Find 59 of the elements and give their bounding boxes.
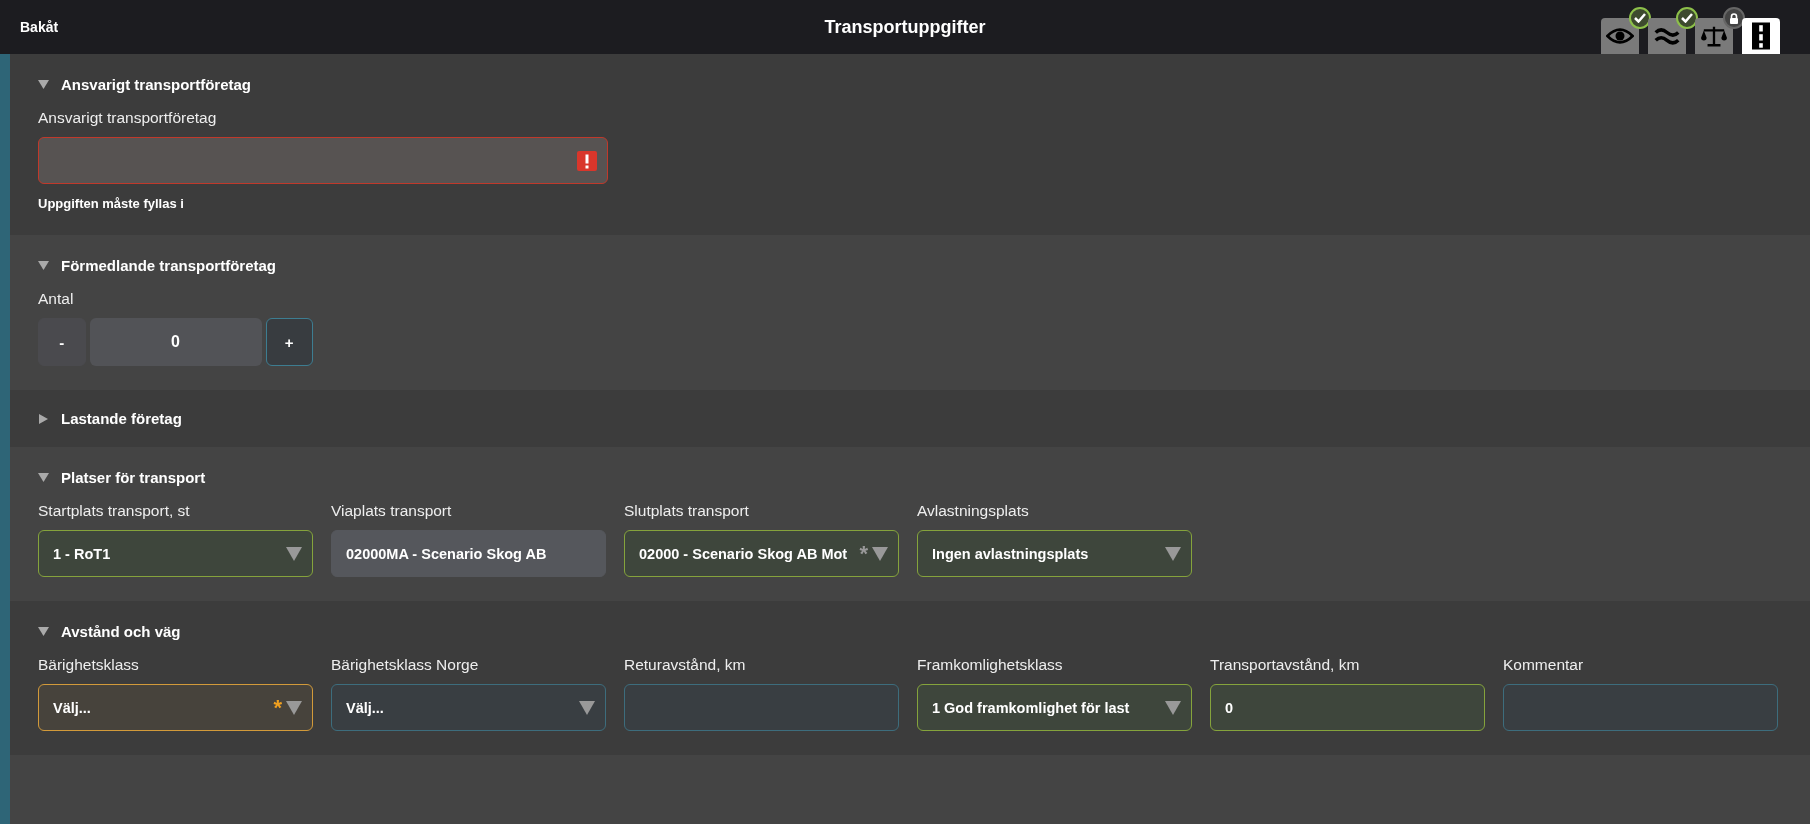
input-field[interactable] (1503, 684, 1778, 731)
road-icon (1752, 22, 1770, 50)
check-badge-icon (1629, 7, 1651, 29)
section-header[interactable]: Lastande företag (38, 410, 182, 427)
expand-caret-icon (38, 413, 49, 424)
dropdown-field[interactable]: 1 God framkomlighet för last (917, 684, 1192, 731)
field-label: Antal (38, 290, 75, 308)
field-label: Returavstånd, km (624, 656, 747, 674)
error-message: Uppgiften måste fyllas i (38, 196, 185, 211)
increment-button[interactable]: + (265, 318, 313, 366)
field-label: Framkomlighetsklass (917, 656, 1064, 674)
field-label: Transportavstånd, km (1210, 656, 1361, 674)
scale-icon (1700, 24, 1728, 48)
input-field[interactable] (38, 137, 608, 184)
dropdown-caret-icon (872, 546, 888, 561)
page-title: Transportuppgifter (824, 16, 986, 37)
back-button[interactable]: Bakåt (0, 19, 59, 35)
dropdown-caret-icon (1165, 546, 1181, 561)
dropdown-field[interactable]: 1 - RoT1 (38, 530, 313, 577)
road-toolbar-button[interactable] (1742, 18, 1780, 54)
input-field[interactable]: 0 (1210, 684, 1485, 731)
asterisk-icon: * (273, 696, 282, 719)
dropdown-field[interactable]: Välj... * (38, 684, 313, 731)
lock-badge-icon (1723, 7, 1745, 29)
eye-icon (1606, 27, 1634, 45)
field-label: Kommentar (1503, 656, 1585, 674)
field-label: Bärighetsklass Norge (331, 656, 480, 674)
dropdown-caret-icon (1165, 700, 1181, 715)
wave-icon (1654, 25, 1680, 47)
field-label: Avlastningsplats (917, 502, 1030, 520)
dropdown-caret-icon (286, 700, 302, 715)
field-label: Viaplats transport (331, 502, 453, 520)
asterisk-icon: * (859, 542, 868, 565)
input-field[interactable]: 02000MA - Scenario Skog AB (331, 530, 606, 577)
eye-toolbar-button[interactable] (1601, 18, 1639, 54)
collapse-caret-icon (38, 472, 49, 483)
field-label: Ansvarigt transportföretag (38, 109, 218, 127)
dropdown-field[interactable]: Ingen avlastningsplats (917, 530, 1192, 577)
input-field[interactable] (624, 684, 899, 731)
dropdown-field[interactable]: Välj... (331, 684, 606, 731)
section-header[interactable]: Platser för transport (38, 469, 206, 486)
field-label: Bärighetsklass (38, 656, 140, 674)
dropdown-field[interactable]: 02000 - Scenario Skog AB Mot * (624, 530, 899, 577)
wave-toolbar-button[interactable] (1648, 18, 1686, 54)
dropdown-caret-icon (286, 546, 302, 561)
dropdown-caret-icon (579, 700, 595, 715)
number-field[interactable]: 0 (89, 318, 262, 366)
collapse-caret-icon (38, 260, 49, 271)
decrement-button[interactable]: - (38, 318, 86, 366)
section-header[interactable]: Ansvarigt transportföretag (38, 76, 252, 93)
section-header[interactable]: Avstånd och väg (38, 623, 181, 640)
section-header[interactable]: Förmedlande transportföretag (38, 257, 277, 274)
field-label: Startplats transport, st (38, 502, 191, 520)
field-label: Slutplats transport (624, 502, 750, 520)
collapse-caret-icon (38, 626, 49, 637)
collapse-caret-icon (38, 79, 49, 90)
scale-toolbar-button[interactable] (1695, 18, 1733, 54)
error-icon (577, 150, 597, 171)
check-badge-icon (1676, 7, 1698, 29)
